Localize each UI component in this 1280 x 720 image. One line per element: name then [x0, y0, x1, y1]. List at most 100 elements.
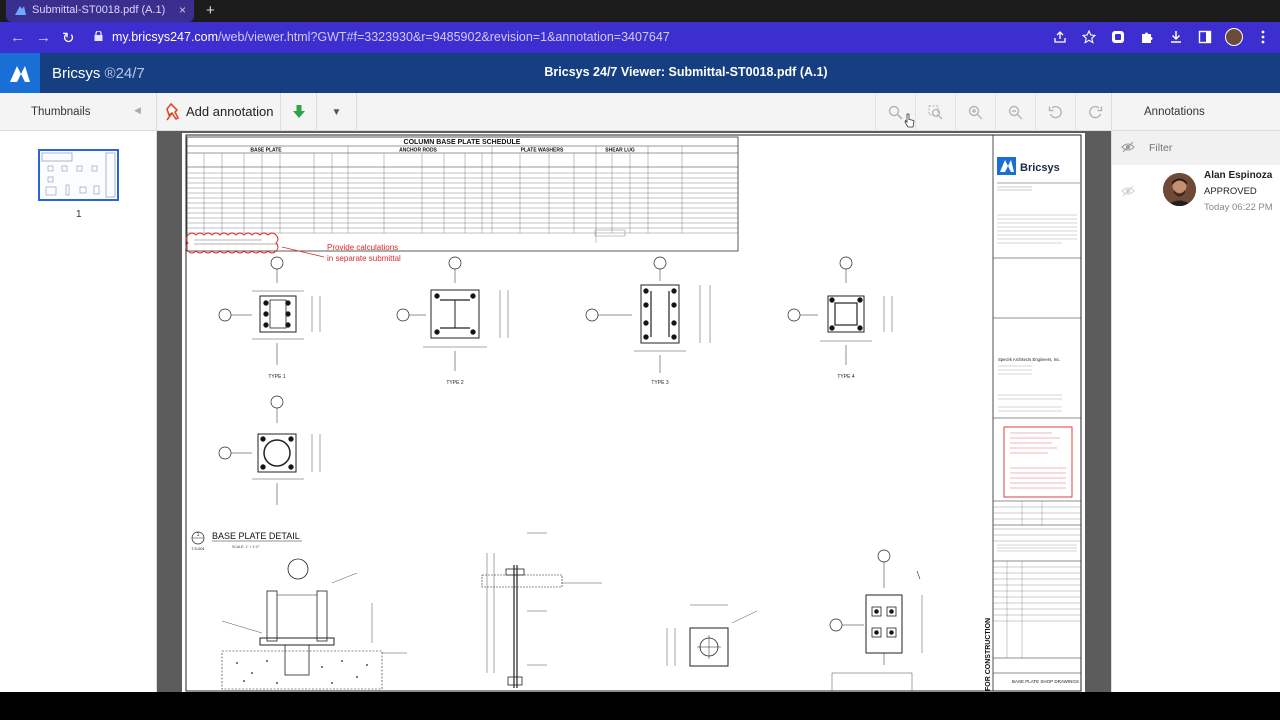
schedule-group-plate-washers: PLATE WASHERS: [521, 148, 564, 154]
bricsys-favicon-icon: [15, 6, 26, 15]
thumbnails-label: Thumbnails: [31, 106, 91, 118]
bookmark-star-icon[interactable]: [1080, 28, 1098, 46]
detail-ref: 7.5-001: [191, 546, 205, 551]
detail-number: 1: [197, 532, 200, 538]
base-plate-section: [221, 558, 407, 690]
caret-down-icon: ▼: [331, 106, 342, 118]
thumbnail-preview: [41, 152, 116, 198]
markup-text-line1: Provide calculations: [327, 243, 398, 252]
plate-washer-detail: [666, 604, 758, 667]
base-plate-type2: [396, 256, 509, 371]
new-tab-button[interactable]: +: [206, 2, 215, 19]
type-label-2: TYPE 2: [446, 380, 463, 386]
page-thumbnail[interactable]: [38, 149, 119, 201]
url-field[interactable]: my.bricsys247.com/web/viewer.html?GWT#f=…: [86, 26, 1086, 49]
app-header: Bricsys ®24/7 Bricsys 24/7 Viewer: Submi…: [0, 53, 1280, 93]
back-arrow-icon[interactable]: ←: [10, 29, 25, 46]
user-avatar: [1163, 173, 1196, 206]
bottom-black-bar: [0, 692, 1280, 720]
annotations-header: Annotations: [1111, 93, 1280, 131]
rotate-left-button[interactable]: [1035, 93, 1075, 131]
schedule-title: COLUMN BASE PLATE SCHEDULE: [404, 139, 521, 146]
reload-icon[interactable]: ↻: [62, 29, 75, 47]
annotation-list-item[interactable]: Alan Espinoza APPROVED Today 06:22 PM: [1112, 167, 1280, 221]
detail-title: BASE PLATE DETAIL: [212, 531, 300, 541]
detail-scale: SCALE: 1" = 1'-0": [232, 545, 260, 549]
schedule-group-anchor-rods: ANCHOR RODS: [399, 148, 437, 154]
type-label-3: TYPE 3: [651, 380, 668, 386]
zoom-area-button[interactable]: [915, 93, 955, 131]
url-host: my.bricsys247.com: [112, 30, 219, 44]
share-icon[interactable]: [1051, 28, 1069, 46]
download-arrow-icon: [292, 104, 305, 118]
more-options-button[interactable]: ▼: [317, 93, 357, 131]
base-plate-type4: [787, 256, 893, 365]
pin-icon: [166, 103, 180, 121]
anchor-rod-detail: [481, 532, 602, 688]
browser-address-bar: ← → ↻ my.bricsys247.com/web/viewer.html?…: [0, 22, 1280, 53]
document-viewport[interactable]: COLUMN BASE PLATE SCHEDULE BASE PLATE AN…: [157, 131, 1111, 692]
thumbnail-page-number: 1: [76, 209, 82, 220]
for-construction-label: FOR CONSTRUCTION: [985, 618, 992, 691]
browser-profile-avatar[interactable]: [1225, 28, 1243, 46]
extension-icon[interactable]: [1109, 28, 1127, 46]
browser-tab[interactable]: Submittal-ST0018.pdf (A.1) ×: [6, 0, 194, 22]
annotation-status: APPROVED: [1204, 186, 1257, 197]
markup-text-line2: in separate submittal: [327, 254, 401, 263]
detail-title-block: 1 7.5-001 BASE PLATE DETAIL SCALE: 1" = …: [191, 531, 302, 551]
mouse-cursor-icon: [904, 113, 915, 128]
annotation-author: Alan Espinoza: [1204, 170, 1273, 181]
title-block-brand: Bricsys: [1020, 162, 1060, 174]
title-block-firm: Specirk Architects Engineers, Inc.: [998, 357, 1060, 362]
type-label-1: TYPE 1: [268, 374, 285, 380]
title-block: Bricsys Specirk Architects Engineers, In…: [985, 135, 1081, 691]
type-label-4: TYPE 4: [837, 374, 854, 380]
puzzle-extensions-icon[interactable]: [1138, 28, 1156, 46]
rotate-right-button[interactable]: [1075, 93, 1115, 131]
zoom-out-button[interactable]: [995, 93, 1035, 131]
rotate-right-icon: [1089, 105, 1103, 118]
browser-tab-bar: Submittal-ST0018.pdf (A.1) × +: [0, 0, 1280, 22]
base-plate-type1: [218, 256, 321, 365]
browser-tab-title: Submittal-ST0018.pdf (A.1): [32, 4, 166, 16]
zoom-in-button[interactable]: [955, 93, 995, 131]
browser-menu-icon[interactable]: [1254, 28, 1272, 46]
shear-lug-plan: [829, 549, 923, 692]
annotation-time: Today 06:22 PM: [1204, 202, 1273, 213]
tab-close-icon[interactable]: ×: [179, 3, 186, 17]
thumbnail-pane: 1: [0, 131, 157, 692]
add-annotation-label: Add annotation: [186, 104, 274, 119]
zoom-area-icon: [928, 105, 943, 120]
approval-stamp: [1003, 426, 1073, 498]
annotations-pane: Alan Espinoza APPROVED Today 06:22 PM: [1111, 131, 1280, 692]
collapse-thumbnails-icon[interactable]: ◀: [134, 105, 141, 116]
add-annotation-button[interactable]: Add annotation: [157, 93, 281, 131]
viewer-toolbar: Thumbnails ◀ Add annotation ▼ Annotation…: [0, 93, 1280, 131]
annotation-filter-input[interactable]: [1149, 142, 1269, 154]
viewer-title: Bricsys 24/7 Viewer: Submittal-ST0018.pd…: [544, 65, 828, 79]
sheet-name: BASE PLATE SHOP DRAWINGS: [1012, 679, 1079, 684]
base-plate-type5: [218, 395, 321, 505]
lock-icon: [94, 31, 103, 41]
zoom-in-icon: [968, 105, 983, 119]
zoom-fit-icon: [888, 105, 903, 120]
schedule-group-base-plate: BASE PLATE: [250, 148, 282, 154]
annotations-label: Annotations: [1144, 106, 1205, 118]
zoom-out-icon: [1008, 105, 1023, 119]
thumbnails-header: Thumbnails ◀: [0, 93, 157, 131]
browser-extensions: [1051, 28, 1272, 46]
annotation-filter-row: [1112, 131, 1280, 165]
schedule-group-shear-lug: SHEAR LUG: [605, 148, 635, 154]
download-icon[interactable]: [1167, 28, 1185, 46]
rotate-left-icon: [1048, 105, 1062, 118]
drawing-canvas: COLUMN BASE PLATE SCHEDULE BASE PLATE AN…: [185, 134, 1082, 692]
drawing-sheet: COLUMN BASE PLATE SCHEDULE BASE PLATE AN…: [182, 133, 1085, 692]
forward-arrow-icon[interactable]: →: [36, 29, 51, 46]
eye-icon[interactable]: [1121, 185, 1135, 197]
eye-toggle-icon[interactable]: [1121, 141, 1135, 153]
url-path: /web/viewer.html?GWT#f=3323930&r=9485902…: [218, 30, 670, 44]
download-button[interactable]: [281, 93, 317, 131]
sidepanel-icon[interactable]: [1196, 28, 1214, 46]
red-markup-cloud[interactable]: Provide calculations in separate submitt…: [185, 232, 401, 263]
base-plate-type3: [585, 256, 711, 373]
